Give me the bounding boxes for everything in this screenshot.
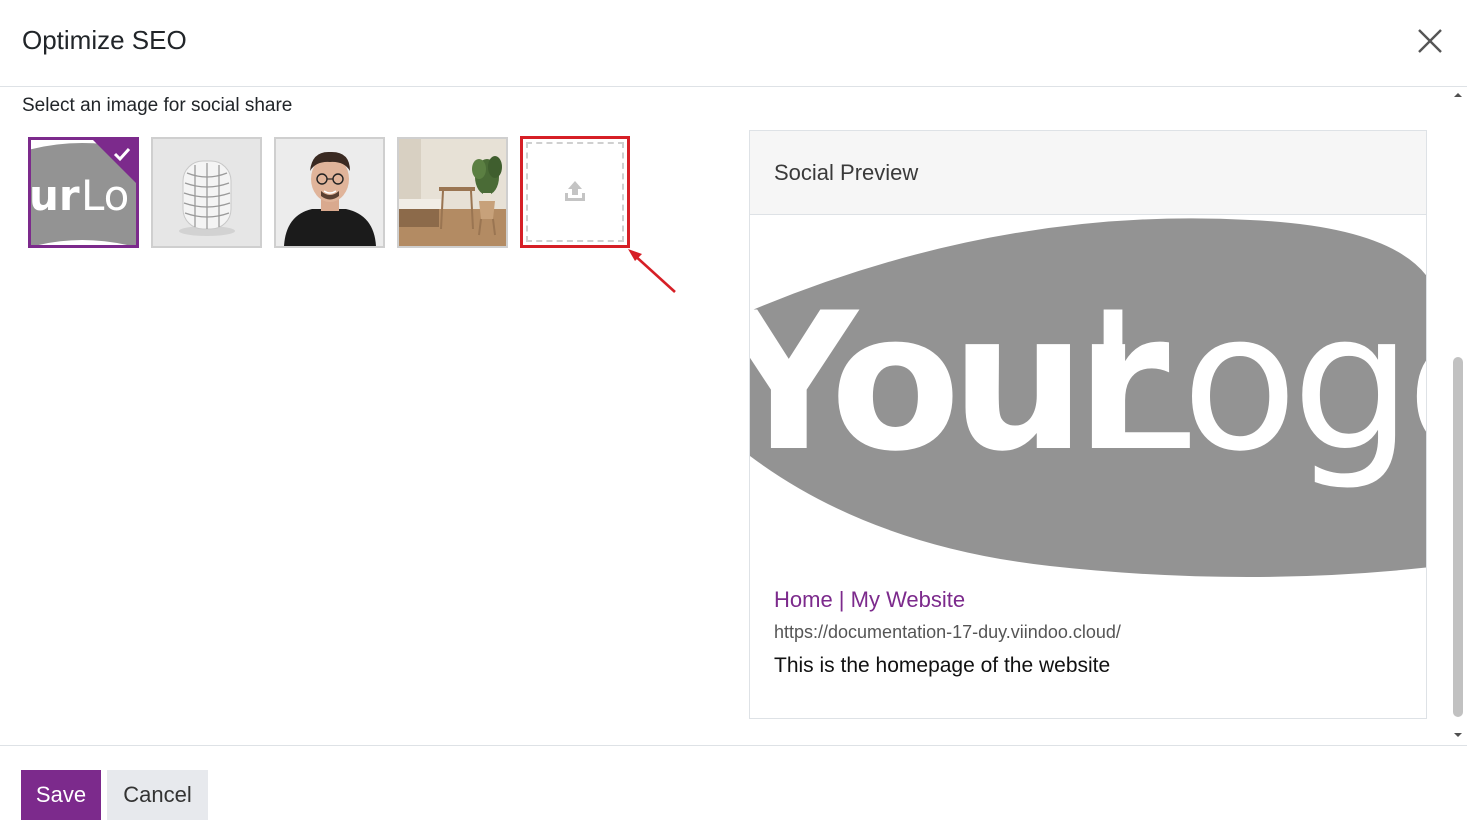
- social-preview-card: Social Preview Your Logo Home | My Websi…: [749, 130, 1427, 719]
- upload-image-button[interactable]: [520, 136, 630, 248]
- social-preview-header: Social Preview: [750, 131, 1426, 215]
- social-preview-image: Your Logo: [750, 216, 1426, 581]
- cancel-button[interactable]: Cancel: [107, 770, 208, 820]
- annotation-arrow-icon: [628, 249, 676, 293]
- close-button[interactable]: [1413, 24, 1447, 58]
- svg-text:Lo: Lo: [81, 171, 129, 220]
- image-option-bedroom[interactable]: [397, 137, 508, 248]
- bedroom-thumbnail: [399, 139, 506, 246]
- scroll-down-icon[interactable]: [1453, 731, 1463, 739]
- dialog-body: Select an image for social share ur Lo S…: [0, 87, 1467, 745]
- dialog-title: Optimize SEO: [22, 25, 187, 55]
- svg-text:Logo: Logo: [1085, 272, 1426, 493]
- speaker-thumbnail: [153, 139, 260, 246]
- image-picker-label: Select an image for social share: [22, 95, 293, 116]
- your-logo-image: Your Logo: [750, 216, 1426, 581]
- dialog-footer: Save Cancel: [0, 745, 1467, 840]
- scrollbar-thumb[interactable]: [1453, 357, 1463, 717]
- social-preview-description: This is the homepage of the website: [774, 654, 1111, 677]
- image-option-speaker[interactable]: [151, 137, 262, 248]
- body-scrollbar[interactable]: [1449, 87, 1467, 745]
- upload-icon: [565, 181, 585, 201]
- social-preview-heading: Social Preview: [774, 160, 919, 185]
- image-option-person[interactable]: [274, 137, 385, 248]
- scroll-up-icon[interactable]: [1453, 91, 1463, 99]
- social-preview-title[interactable]: Home | My Website: [774, 587, 965, 613]
- person-thumbnail: [276, 139, 383, 246]
- social-preview-url: https://documentation-17-duy.viindoo.clo…: [774, 622, 1121, 642]
- your-logo-thumbnail: ur Lo: [31, 140, 136, 245]
- image-option-your-logo[interactable]: ur Lo: [28, 137, 139, 248]
- close-icon: [1418, 29, 1442, 53]
- svg-text:ur: ur: [31, 171, 80, 220]
- dialog-header: Optimize SEO: [0, 0, 1467, 87]
- save-button[interactable]: Save: [21, 770, 101, 820]
